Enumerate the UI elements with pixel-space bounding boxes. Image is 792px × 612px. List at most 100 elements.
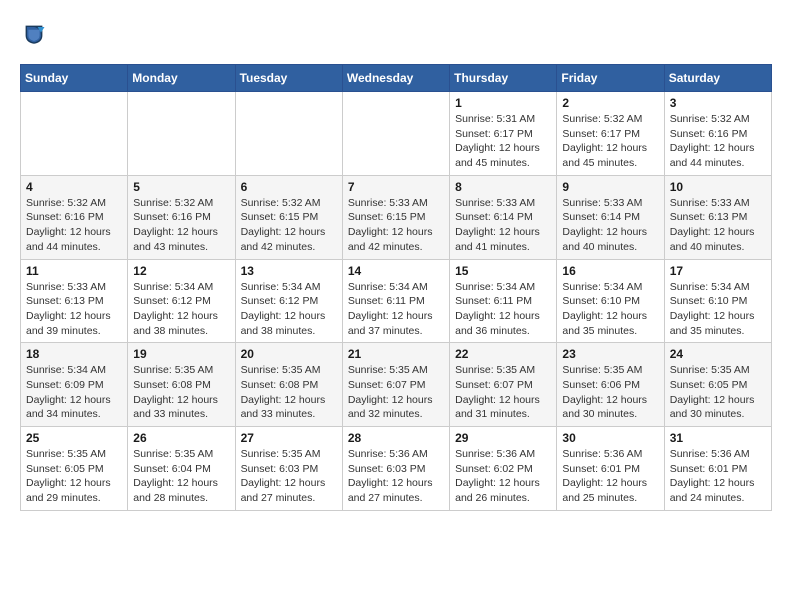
day-number: 18 [26, 347, 122, 361]
day-cell: 12 Sunrise: 5:34 AM Sunset: 6:12 PM Dayli… [128, 259, 235, 343]
day-detail: Sunrise: 5:34 AM Sunset: 6:11 PM Dayligh… [348, 280, 444, 339]
day-cell: 4 Sunrise: 5:32 AM Sunset: 6:16 PM Daylig… [21, 175, 128, 259]
day-cell: 26 Sunrise: 5:35 AM Sunset: 6:04 PM Dayli… [128, 427, 235, 511]
day-cell [21, 92, 128, 176]
day-detail: Sunrise: 5:35 AM Sunset: 6:07 PM Dayligh… [348, 363, 444, 422]
day-number: 16 [562, 264, 658, 278]
day-cell: 1Sunrise: 5:31 AM Sunset: 6:17 PM Daylig… [450, 92, 557, 176]
day-number: 20 [241, 347, 337, 361]
day-cell: 20Sunrise: 5:35 AM Sunset: 6:08 PM Dayli… [235, 343, 342, 427]
day-number: 12 [133, 264, 229, 278]
day-number: 31 [670, 431, 766, 445]
day-cell: 31 Sunrise: 5:36 AM Sunset: 6:01 PM Dayli… [664, 427, 771, 511]
day-detail: Sunrise: 5:35 AM Sunset: 6:04 PM Dayligh… [133, 447, 229, 506]
header-row: SundayMondayTuesdayWednesdayThursdayFrid… [21, 65, 772, 92]
day-detail: Sunrise: 5:32 AM Sunset: 6:16 PM Dayligh… [670, 112, 766, 171]
day-number: 6 [241, 180, 337, 194]
calendar-table: SundayMondayTuesdayWednesdayThursdayFrid… [20, 64, 772, 511]
day-cell: 25 Sunrise: 5:35 AM Sunset: 6:05 PM Dayli… [21, 427, 128, 511]
day-cell: 9 Sunrise: 5:33 AM Sunset: 6:14 PM Daylig… [557, 175, 664, 259]
header-cell-saturday: Saturday [664, 65, 771, 92]
day-cell: 21Sunrise: 5:35 AM Sunset: 6:07 PM Dayli… [342, 343, 449, 427]
day-cell: 24 Sunrise: 5:35 AM Sunset: 6:05 PM Dayli… [664, 343, 771, 427]
day-number: 14 [348, 264, 444, 278]
logo-icon [20, 20, 48, 48]
day-number: 22 [455, 347, 551, 361]
day-cell: 30 Sunrise: 5:36 AM Sunset: 6:01 PM Dayli… [557, 427, 664, 511]
day-detail: Sunrise: 5:34 AM Sunset: 6:11 PM Dayligh… [455, 280, 551, 339]
week-row-2: 4 Sunrise: 5:32 AM Sunset: 6:16 PM Daylig… [21, 175, 772, 259]
day-number: 3 [670, 96, 766, 110]
week-row-4: 18 Sunrise: 5:34 AM Sunset: 6:09 PM Dayli… [21, 343, 772, 427]
day-cell: 14 Sunrise: 5:34 AM Sunset: 6:11 PM Dayli… [342, 259, 449, 343]
day-detail: Sunrise: 5:33 AM Sunset: 6:13 PM Dayligh… [670, 196, 766, 255]
day-cell [128, 92, 235, 176]
day-number: 23 [562, 347, 658, 361]
day-detail: Sunrise: 5:31 AM Sunset: 6:17 PM Dayligh… [455, 112, 551, 171]
day-detail: Sunrise: 5:34 AM Sunset: 6:12 PM Dayligh… [241, 280, 337, 339]
day-detail: Sunrise: 5:32 AM Sunset: 6:16 PM Dayligh… [26, 196, 122, 255]
header-cell-friday: Friday [557, 65, 664, 92]
day-detail: Sunrise: 5:33 AM Sunset: 6:14 PM Dayligh… [455, 196, 551, 255]
day-detail: Sunrise: 5:34 AM Sunset: 6:09 PM Dayligh… [26, 363, 122, 422]
day-detail: Sunrise: 5:36 AM Sunset: 6:03 PM Dayligh… [348, 447, 444, 506]
day-detail: Sunrise: 5:36 AM Sunset: 6:01 PM Dayligh… [670, 447, 766, 506]
day-detail: Sunrise: 5:35 AM Sunset: 6:06 PM Dayligh… [562, 363, 658, 422]
day-cell: 28Sunrise: 5:36 AM Sunset: 6:03 PM Dayli… [342, 427, 449, 511]
day-cell [235, 92, 342, 176]
day-detail: Sunrise: 5:35 AM Sunset: 6:05 PM Dayligh… [26, 447, 122, 506]
day-number: 30 [562, 431, 658, 445]
page-header [20, 20, 772, 48]
day-detail: Sunrise: 5:35 AM Sunset: 6:08 PM Dayligh… [133, 363, 229, 422]
day-cell: 5 Sunrise: 5:32 AM Sunset: 6:16 PM Daylig… [128, 175, 235, 259]
day-number: 29 [455, 431, 551, 445]
day-cell: 27Sunrise: 5:35 AM Sunset: 6:03 PM Dayli… [235, 427, 342, 511]
day-detail: Sunrise: 5:35 AM Sunset: 6:07 PM Dayligh… [455, 363, 551, 422]
day-number: 7 [348, 180, 444, 194]
day-number: 27 [241, 431, 337, 445]
calendar-body: 1Sunrise: 5:31 AM Sunset: 6:17 PM Daylig… [21, 92, 772, 511]
day-number: 25 [26, 431, 122, 445]
header-cell-thursday: Thursday [450, 65, 557, 92]
day-cell: 29 Sunrise: 5:36 AM Sunset: 6:02 PM Dayli… [450, 427, 557, 511]
week-row-1: 1Sunrise: 5:31 AM Sunset: 6:17 PM Daylig… [21, 92, 772, 176]
day-detail: Sunrise: 5:33 AM Sunset: 6:14 PM Dayligh… [562, 196, 658, 255]
header-cell-sunday: Sunday [21, 65, 128, 92]
day-cell: 7Sunrise: 5:33 AM Sunset: 6:15 PM Daylig… [342, 175, 449, 259]
day-number: 5 [133, 180, 229, 194]
day-detail: Sunrise: 5:34 AM Sunset: 6:10 PM Dayligh… [670, 280, 766, 339]
header-cell-wednesday: Wednesday [342, 65, 449, 92]
day-cell [342, 92, 449, 176]
logo [20, 20, 52, 48]
day-detail: Sunrise: 5:34 AM Sunset: 6:12 PM Dayligh… [133, 280, 229, 339]
day-number: 19 [133, 347, 229, 361]
day-number: 8 [455, 180, 551, 194]
day-cell: 6 Sunrise: 5:32 AM Sunset: 6:15 PM Daylig… [235, 175, 342, 259]
day-detail: Sunrise: 5:32 AM Sunset: 6:15 PM Dayligh… [241, 196, 337, 255]
day-detail: Sunrise: 5:36 AM Sunset: 6:01 PM Dayligh… [562, 447, 658, 506]
day-detail: Sunrise: 5:32 AM Sunset: 6:17 PM Dayligh… [562, 112, 658, 171]
day-number: 24 [670, 347, 766, 361]
day-number: 11 [26, 264, 122, 278]
day-detail: Sunrise: 5:35 AM Sunset: 6:05 PM Dayligh… [670, 363, 766, 422]
day-cell: 3 Sunrise: 5:32 AM Sunset: 6:16 PM Daylig… [664, 92, 771, 176]
day-cell: 8 Sunrise: 5:33 AM Sunset: 6:14 PM Daylig… [450, 175, 557, 259]
day-number: 2 [562, 96, 658, 110]
week-row-5: 25 Sunrise: 5:35 AM Sunset: 6:05 PM Dayli… [21, 427, 772, 511]
day-number: 26 [133, 431, 229, 445]
day-cell: 18 Sunrise: 5:34 AM Sunset: 6:09 PM Dayli… [21, 343, 128, 427]
day-number: 13 [241, 264, 337, 278]
day-number: 4 [26, 180, 122, 194]
day-cell: 15 Sunrise: 5:34 AM Sunset: 6:11 PM Dayli… [450, 259, 557, 343]
day-cell: 17Sunrise: 5:34 AM Sunset: 6:10 PM Dayli… [664, 259, 771, 343]
day-number: 9 [562, 180, 658, 194]
day-detail: Sunrise: 5:36 AM Sunset: 6:02 PM Dayligh… [455, 447, 551, 506]
day-cell: 16 Sunrise: 5:34 AM Sunset: 6:10 PM Dayli… [557, 259, 664, 343]
day-detail: Sunrise: 5:32 AM Sunset: 6:16 PM Dayligh… [133, 196, 229, 255]
day-cell: 23 Sunrise: 5:35 AM Sunset: 6:06 PM Dayli… [557, 343, 664, 427]
day-number: 15 [455, 264, 551, 278]
day-detail: Sunrise: 5:34 AM Sunset: 6:10 PM Dayligh… [562, 280, 658, 339]
calendar-header: SundayMondayTuesdayWednesdayThursdayFrid… [21, 65, 772, 92]
day-cell: 13 Sunrise: 5:34 AM Sunset: 6:12 PM Dayli… [235, 259, 342, 343]
week-row-3: 11Sunrise: 5:33 AM Sunset: 6:13 PM Dayli… [21, 259, 772, 343]
